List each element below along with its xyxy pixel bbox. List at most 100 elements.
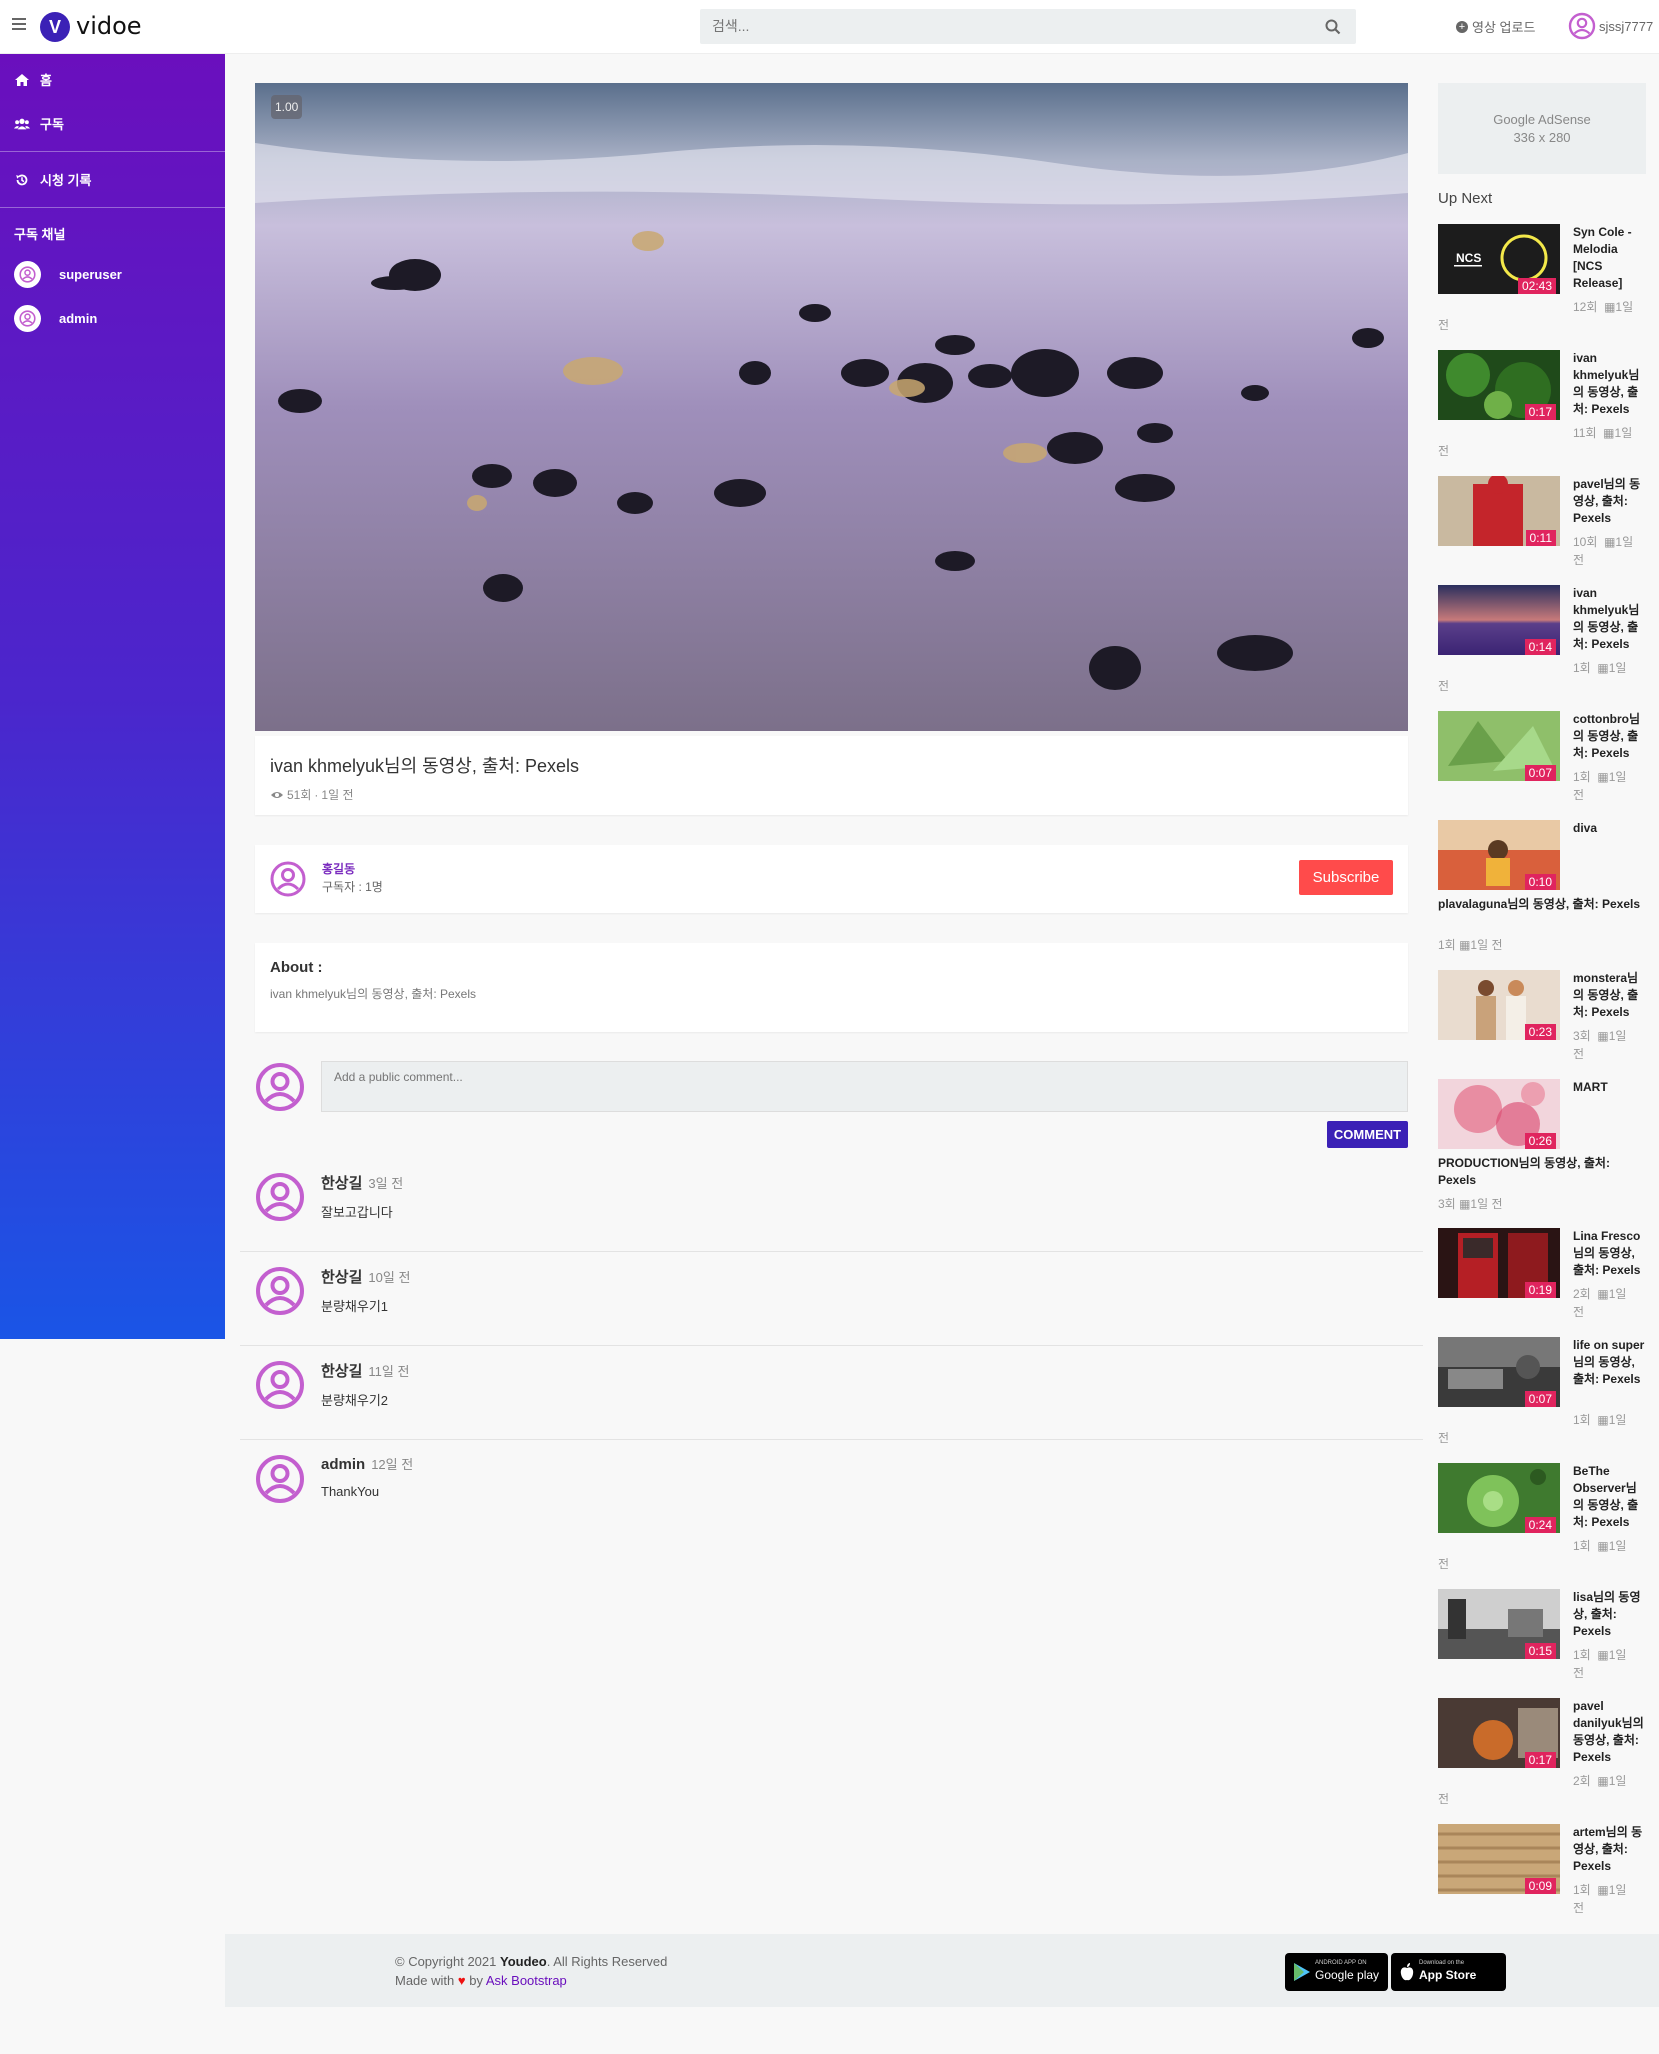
footer-brand[interactable]: Youdeo: [500, 1954, 547, 1969]
up-next-item[interactable]: 0:11 pavel님의 동영상, 출처: Pexels 10회 ▦1일 전: [1438, 476, 1646, 570]
home-icon: [15, 73, 29, 86]
up-next-item[interactable]: 0:07 cottonbro님의 동영상, 출처: Pexels 1회 ▦1일 …: [1438, 711, 1646, 805]
history-icon: [16, 174, 28, 185]
google-play-button[interactable]: ANDROID APP ON Google play: [1285, 1953, 1388, 1991]
views: 1회: [1573, 770, 1591, 784]
video-thumbnail[interactable]: 0:11: [1438, 476, 1560, 546]
up-next-item[interactable]: 0:17 ivan khmelyuk님의 동영상, 출처: Pexels 11회…: [1438, 350, 1646, 460]
calendar-icon: ▦: [1597, 1883, 1609, 1897]
comment-time: 11일 전: [368, 1364, 410, 1379]
video-thumbnail[interactable]: NCS 02:43: [1438, 224, 1560, 294]
channel-name[interactable]: 홍길동: [322, 860, 355, 877]
views: 2회: [1573, 1287, 1591, 1301]
video-thumbnail[interactable]: 0:07: [1438, 1337, 1560, 1407]
up-next-item[interactable]: 0:15 lisa님의 동영상, 출처: Pexels 1회 ▦1일 전: [1438, 1589, 1646, 1683]
video-thumbnail[interactable]: 0:24: [1438, 1463, 1560, 1533]
video-thumbnail[interactable]: 0:14: [1438, 585, 1560, 655]
calendar-icon: ▦: [1597, 1029, 1609, 1043]
search-input[interactable]: [712, 18, 1292, 34]
comment-input[interactable]: [321, 1061, 1408, 1112]
up-next-title[interactable]: cottonbro님의 동영상, 출처: Pexels: [1573, 711, 1646, 762]
sidebar-item-history[interactable]: 시청 기록: [14, 170, 91, 189]
duration-badge: 0:09: [1524, 1878, 1556, 1894]
current-user-avatar-icon: [256, 1063, 304, 1111]
comment-submit-button[interactable]: COMMENT: [1327, 1121, 1408, 1148]
video-thumbnail[interactable]: 0:07: [1438, 711, 1560, 781]
up-next-item[interactable]: 0:19 Lina Fresco님의 동영상, 출처: Pexels 2회 ▦1…: [1438, 1228, 1646, 1338]
up-next-stats-suffix: 전: [1438, 1557, 1450, 1571]
up-next-item[interactable]: NCS 02:43 Syn Cole - Melodia [NCS Releas…: [1438, 224, 1646, 334]
up-next-stats: 3회 ▦1일 전: [1438, 1195, 1503, 1212]
up-next-title[interactable]: artem님의 동영상, 출처: Pexels: [1573, 1824, 1646, 1875]
user-menu[interactable]: sjssj7777: [1568, 12, 1653, 40]
up-next-heading: Up Next: [1438, 190, 1493, 207]
made-with-text: Made with ♥ by Ask Bootstrap: [395, 1973, 567, 1988]
sidebar-channel-superuser[interactable]: superuser: [14, 261, 122, 288]
up-next-title[interactable]: diva: [1573, 820, 1646, 837]
playback-speed-badge[interactable]: 1.00: [271, 95, 303, 119]
up-next-title[interactable]: life on super님의 동영상, 출처: Pexels: [1573, 1337, 1646, 1388]
up-next-item[interactable]: 0:26 MART PRODUCTION님의 동영상, 출처: Pexels 3…: [1438, 1079, 1646, 1214]
channel-avatar-icon[interactable]: [270, 861, 306, 897]
plus-circle-icon: +: [1456, 20, 1468, 33]
video-thumbnail[interactable]: 0:17: [1438, 350, 1560, 420]
up-next-title[interactable]: ivan khmelyuk님의 동영상, 출처: Pexels: [1573, 350, 1646, 418]
up-next-title[interactable]: BeThe Observer님의 동영상, 출처: Pexels: [1573, 1463, 1646, 1531]
rights-text: . All Rights Reserved: [546, 1954, 668, 1969]
duration-badge: 0:26: [1524, 1133, 1556, 1149]
up-next-title[interactable]: MART: [1573, 1079, 1646, 1096]
up-next-title-continued[interactable]: PRODUCTION님의 동영상, 출처: Pexels: [1438, 1155, 1646, 1189]
date: 1일: [1608, 1413, 1627, 1427]
up-next-item[interactable]: 0:10 diva plavalaguna님의 동영상, 출처: Pexels …: [1438, 820, 1646, 955]
date: 1일: [1608, 770, 1627, 784]
video-thumbnail[interactable]: 0:19: [1438, 1228, 1560, 1298]
channel-avatar-icon: [14, 305, 41, 332]
calendar-icon: ▦: [1597, 1648, 1609, 1662]
author-link[interactable]: Ask Bootstrap: [486, 1973, 567, 1988]
search-icon[interactable]: [1324, 18, 1342, 36]
up-next-item[interactable]: 0:07 life on super님의 동영상, 출처: Pexels 1회 …: [1438, 1337, 1646, 1447]
up-next-item[interactable]: 0:23 monstera님의 동영상, 출처: Pexels 3회 ▦1일 전: [1438, 970, 1646, 1080]
video-thumbnail[interactable]: 0:15: [1438, 1589, 1560, 1659]
sidebar-item-subscriptions[interactable]: 구독: [14, 114, 64, 133]
video-thumbnail[interactable]: 0:23: [1438, 970, 1560, 1040]
calendar-icon: ▦: [1597, 1539, 1609, 1553]
sidebar: 홈 구독 시청 기록 구독 채널 superuser admin: [0, 54, 225, 1339]
duration-badge: 0:07: [1524, 765, 1556, 781]
search-bar: [700, 9, 1356, 44]
logo-icon[interactable]: V: [40, 12, 70, 42]
menu-toggle-icon[interactable]: [12, 18, 26, 32]
logo-text[interactable]: vidoe: [76, 12, 142, 40]
sidebar-channel-admin[interactable]: admin: [14, 305, 97, 332]
up-next-item[interactable]: 0:24 BeThe Observer님의 동영상, 출처: Pexels 1회…: [1438, 1463, 1646, 1573]
up-next-item[interactable]: 0:14 ivan khmelyuk님의 동영상, 출처: Pexels 1회 …: [1438, 585, 1646, 695]
sidebar-item-home[interactable]: 홈: [14, 70, 52, 89]
views: 2회: [1573, 1774, 1591, 1788]
calendar-icon: ▦: [1603, 426, 1615, 440]
video-player[interactable]: 1.00: [255, 83, 1408, 731]
up-next-title[interactable]: pavel danilyuk님의 동영상, 출처: Pexels: [1573, 1698, 1646, 1766]
video-thumbnail[interactable]: 0:17: [1438, 1698, 1560, 1768]
up-next-title[interactable]: ivan khmelyuk님의 동영상, 출처: Pexels: [1573, 585, 1646, 653]
views: 1회: [1438, 938, 1456, 952]
heart-icon: ♥: [457, 1973, 466, 1988]
date: 1일: [1608, 1539, 1627, 1553]
up-next-item[interactable]: 0:09 artem님의 동영상, 출처: Pexels 1회 ▦1일 전: [1438, 1824, 1646, 1918]
up-next-item[interactable]: 0:17 pavel danilyuk님의 동영상, 출처: Pexels 2회…: [1438, 1698, 1646, 1808]
comment-text: 분량채우기2: [321, 1393, 389, 1408]
video-meta: 51회 · 1일 전: [270, 786, 353, 803]
upload-video-link[interactable]: + 영상 업로드: [1456, 17, 1535, 36]
up-next-title[interactable]: monstera님의 동영상, 출처: Pexels: [1573, 970, 1646, 1021]
video-thumbnail[interactable]: 0:09: [1438, 1824, 1560, 1894]
up-next-title-continued[interactable]: plavalaguna님의 동영상, 출처: Pexels: [1438, 896, 1646, 913]
up-next-title[interactable]: Lina Fresco님의 동영상, 출처: Pexels: [1573, 1228, 1646, 1279]
video-info-card: ivan khmelyuk님의 동영상, 출처: Pexels 51회 · 1일…: [255, 736, 1408, 815]
video-thumbnail[interactable]: 0:10: [1438, 820, 1560, 890]
subscribe-button[interactable]: Subscribe: [1299, 860, 1393, 895]
calendar-icon: ▦: [1597, 661, 1609, 675]
up-next-title[interactable]: pavel님의 동영상, 출처: Pexels: [1573, 476, 1646, 527]
up-next-title[interactable]: lisa님의 동영상, 출처: Pexels: [1573, 1589, 1646, 1640]
app-store-button[interactable]: Download on the App Store: [1391, 1953, 1506, 1991]
video-thumbnail[interactable]: 0:26: [1438, 1079, 1560, 1149]
up-next-title[interactable]: Syn Cole - Melodia [NCS Release]: [1573, 224, 1646, 292]
